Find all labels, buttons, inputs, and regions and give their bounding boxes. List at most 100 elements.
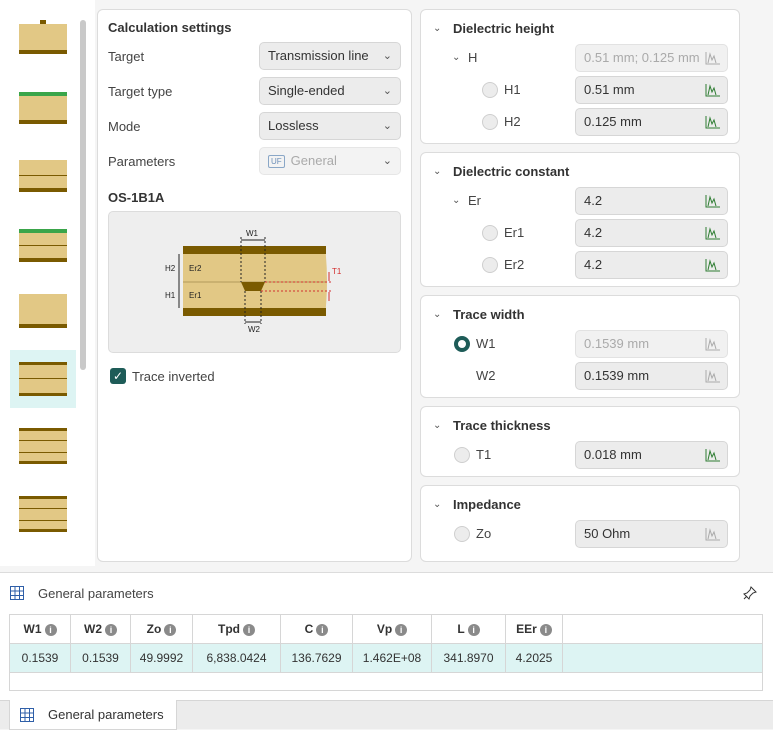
expand-chevron-icon[interactable]: ⌄ [452, 195, 460, 206]
stackup-thumbnail[interactable] [10, 82, 76, 140]
er-label: Er [468, 193, 481, 208]
er2-layer-label: Er2 [189, 264, 202, 273]
chart-icon[interactable] [705, 226, 721, 240]
collapse-chevron-icon[interactable]: ⌄ [433, 309, 441, 320]
er2-value: 4.2 [584, 257, 603, 272]
t1-label: T1 [476, 447, 492, 462]
w1-radio[interactable] [454, 336, 470, 352]
info-icon[interactable]: i [467, 624, 480, 636]
h2-dim-label: H2 [165, 264, 176, 273]
expand-chevron-icon[interactable]: ⌄ [452, 52, 460, 63]
chevron-down-icon: ⌄ [382, 155, 392, 167]
er1-label: Er1 [504, 225, 525, 240]
trace-width-title: Trace width [453, 307, 525, 322]
info-icon[interactable]: i [316, 624, 329, 636]
chart-icon[interactable] [705, 337, 721, 351]
chart-icon[interactable] [705, 448, 721, 462]
h-field[interactable]: 0.51 mm; 0.125 mm [575, 44, 728, 72]
column-header[interactable]: W1 i [9, 614, 71, 644]
parameters-label: Parameters [108, 154, 176, 169]
info-icon[interactable]: i [44, 624, 57, 636]
chart-icon[interactable] [705, 194, 721, 208]
collapse-chevron-icon[interactable]: ⌄ [433, 499, 441, 510]
chart-icon[interactable] [705, 527, 721, 541]
thumbnail-scrollbar[interactable] [80, 20, 86, 370]
h2-radio[interactable] [482, 114, 498, 130]
collapse-chevron-icon[interactable]: ⌄ [433, 23, 441, 34]
er1-radio[interactable] [482, 225, 498, 241]
h1-field[interactable]: 0.51 mm [575, 76, 728, 104]
collapse-chevron-icon[interactable]: ⌄ [433, 420, 441, 431]
er-field[interactable]: 4.2 [575, 187, 728, 215]
t1-value: 0.018 mm [584, 447, 642, 462]
column-header[interactable]: Zo i [130, 614, 193, 644]
cell-empty [562, 643, 763, 673]
h-label: H [468, 50, 478, 65]
chart-icon[interactable] [705, 258, 721, 272]
stackup-thumbnail[interactable] [10, 220, 76, 278]
stackup-thumbnail[interactable] [10, 14, 76, 72]
info-icon[interactable]: i [539, 624, 552, 636]
h1-label: H1 [504, 82, 521, 97]
mode-select[interactable]: Lossless ⌄ [259, 112, 401, 140]
stackup-thumbnail[interactable] [10, 150, 76, 208]
empty-column-header [562, 614, 763, 644]
t1-field[interactable]: 0.018 mm [575, 441, 728, 469]
zo-radio[interactable] [454, 526, 470, 542]
impedance-title: Impedance [453, 497, 521, 512]
column-header[interactable]: Li [431, 614, 506, 644]
tab-general-parameters[interactable]: General parameters [9, 700, 177, 730]
w1-value: 0.1539 mm [584, 336, 650, 351]
chart-icon[interactable] [705, 83, 721, 97]
cell-zo: 49.9992 [130, 643, 193, 673]
bottom-tab-bar: General parameters [0, 700, 773, 730]
w1-label: W1 [476, 336, 496, 351]
w1-field[interactable]: 0.1539 mm [575, 330, 728, 358]
table-icon [20, 708, 34, 722]
info-icon[interactable]: i [243, 624, 255, 636]
h1-radio[interactable] [482, 82, 498, 98]
chart-icon[interactable] [705, 51, 721, 65]
trace-inverted-checkbox[interactable]: ✓ [110, 368, 126, 384]
stackup-thumbnail[interactable] [10, 286, 76, 344]
column-header[interactable]: Vp i [352, 614, 432, 644]
zo-field[interactable]: 50 Ohm [575, 520, 728, 548]
stackup-thumbnail[interactable] [10, 490, 76, 548]
parameters-value: General [290, 153, 337, 168]
column-header[interactable]: W2 i [70, 614, 131, 644]
chevron-down-icon: ⌄ [382, 120, 392, 132]
table-icon [10, 586, 24, 600]
h2-field[interactable]: 0.125 mm [575, 108, 728, 136]
er2-label: Er2 [504, 257, 525, 272]
info-icon[interactable]: i [164, 624, 177, 636]
target-label: Target [108, 49, 145, 64]
w2-value: 0.1539 mm [584, 368, 650, 383]
t1-radio[interactable] [454, 447, 470, 463]
er1-layer-label: Er1 [189, 291, 202, 300]
pin-icon[interactable] [743, 586, 757, 600]
stackup-thumbnail-selected[interactable] [10, 350, 76, 408]
er2-radio[interactable] [482, 257, 498, 273]
info-icon[interactable]: i [395, 624, 408, 636]
stackup-thumbnail[interactable] [10, 420, 76, 478]
table-row[interactable]: 0.1539 0.1539 49.9992 6,838.0424 136.762… [9, 643, 763, 673]
info-icon[interactable]: i [105, 624, 117, 636]
parameters-select[interactable]: UF General ⌄ [259, 147, 401, 175]
target-type-select[interactable]: Single-ended ⌄ [259, 77, 401, 105]
h2-value: 0.125 mm [584, 114, 642, 129]
column-header[interactable]: Tpd i [192, 614, 281, 644]
chart-icon[interactable] [705, 369, 721, 383]
collapse-chevron-icon[interactable]: ⌄ [433, 166, 441, 177]
cell-c: 136.7629 [280, 643, 353, 673]
column-header[interactable]: EEr i [505, 614, 563, 644]
h2-label: H2 [504, 114, 521, 129]
w2-field[interactable]: 0.1539 mm [575, 362, 728, 390]
h1-value: 0.51 mm [584, 82, 635, 97]
zo-value: 50 Ohm [584, 526, 631, 541]
er1-field[interactable]: 4.2 [575, 219, 728, 247]
target-select[interactable]: Transmission line ⌄ [259, 42, 401, 70]
stackup-diagram-svg: W1 W2 H2 H1 Er2 Er1 T1 [165, 229, 342, 334]
er2-field[interactable]: 4.2 [575, 251, 728, 279]
chart-icon[interactable] [705, 115, 721, 129]
column-header[interactable]: Ci [280, 614, 353, 644]
